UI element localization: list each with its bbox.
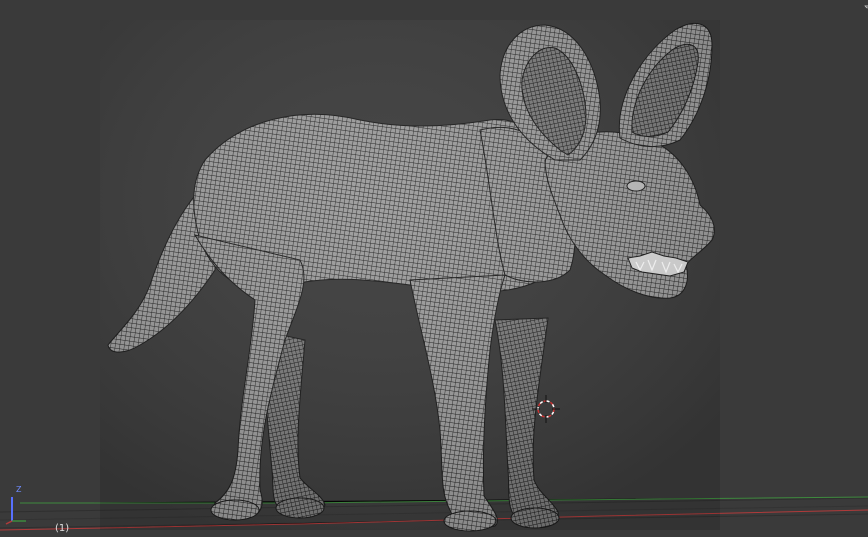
axis-gizmo-icon: Z	[4, 485, 30, 525]
axis-z-label: Z	[16, 485, 22, 494]
viewport-canvas[interactable]	[0, 0, 868, 537]
mesh-shading-overlay	[100, 20, 720, 530]
view-split-widget-icon[interactable]	[858, 0, 868, 10]
frame-number-label: (1)	[55, 523, 70, 534]
3d-viewport[interactable]: Z (1)	[0, 0, 868, 537]
